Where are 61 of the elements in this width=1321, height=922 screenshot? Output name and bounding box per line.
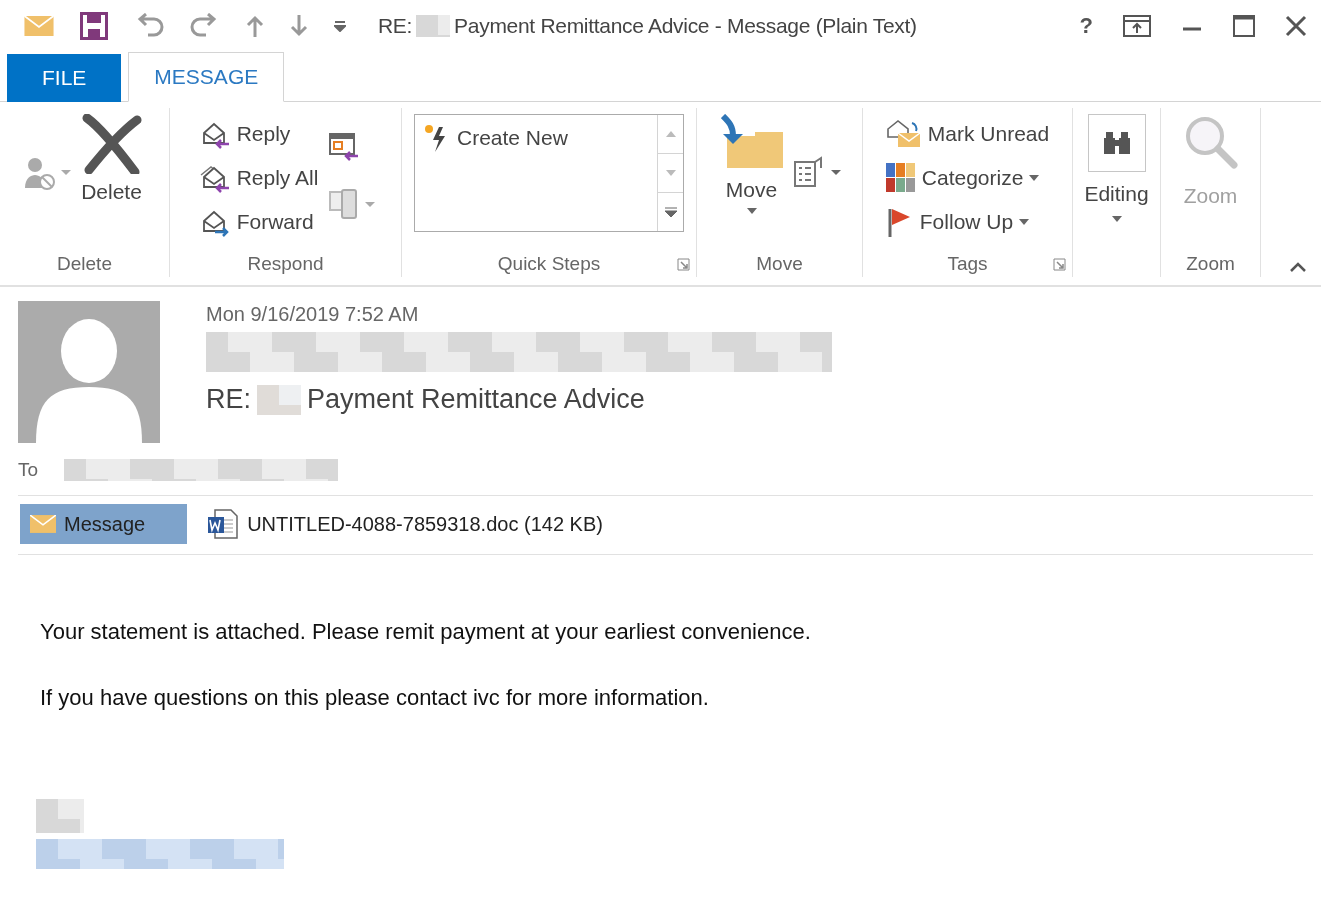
- attachment-item[interactable]: UNTITLED-4088-7859318.doc (142 KB): [197, 504, 607, 544]
- caret-icon: [1111, 216, 1122, 222]
- group-label: Move: [756, 253, 803, 276]
- rules-icon[interactable]: [792, 156, 843, 188]
- body-paragraph: If you have questions on this please contact ivc for more information.: [40, 685, 710, 711]
- respond-button[interactable]: Reply: [194, 112, 323, 156]
- save-icon[interactable]: [80, 12, 108, 40]
- window-title: Payment Remittance Advice - Message (Plain Text): [454, 14, 917, 38]
- tag-button[interactable]: Categorize: [881, 156, 1054, 200]
- meeting-reply-icon[interactable]: [328, 132, 361, 162]
- body-paragraph: Your statement is attached. Please remit payment at your earliest convenience.: [40, 619, 812, 645]
- down-caret-icon: [665, 170, 676, 176]
- to-label: To: [18, 459, 39, 481]
- help-button[interactable]: ?: [1079, 13, 1093, 39]
- group-label: Respond: [247, 253, 324, 276]
- group-label: Delete: [57, 253, 112, 276]
- dialog-launcher-icon[interactable]: [677, 258, 690, 271]
- group-label: Quick Steps: [497, 253, 601, 276]
- envelope-icon: [24, 16, 54, 36]
- tag-button[interactable]: Mark Unread: [881, 112, 1054, 156]
- maximize-icon[interactable]: [1233, 15, 1255, 37]
- ribbon-tab[interactable]: FILE: [7, 54, 122, 102]
- ribbon-tab[interactable]: MESSAGE: [128, 52, 285, 102]
- reply-all-icon: [198, 163, 231, 193]
- delete-button[interactable]: Delete: [76, 112, 147, 206]
- message-tab[interactable]: Message: [20, 504, 188, 544]
- up-arrow-icon[interactable]: [246, 15, 264, 37]
- caret-icon: [1029, 175, 1040, 181]
- ignore-icon[interactable]: [22, 156, 71, 192]
- group-label: Zoom: [1186, 253, 1235, 276]
- up-caret-icon: [665, 131, 676, 137]
- move-button[interactable]: Move: [716, 112, 787, 216]
- sent-date: Mon 9/16/2019 7:52 AM: [206, 303, 420, 326]
- close-icon: [80, 114, 143, 174]
- redacted-block: [36, 799, 84, 833]
- close-icon[interactable]: [1285, 15, 1307, 37]
- redacted-block: [416, 15, 451, 37]
- message-subject: Payment Remittance Advice: [307, 384, 645, 415]
- redacted-block: [257, 384, 301, 415]
- quick-step-item[interactable]: Create New: [419, 121, 572, 155]
- envelope-icon: [30, 515, 56, 533]
- customize-toolbar-icon[interactable]: [334, 20, 346, 32]
- binoculars-icon: [1087, 114, 1146, 172]
- ribbon-display-icon[interactable]: [1123, 15, 1151, 37]
- respond-button[interactable]: Forward: [194, 200, 323, 244]
- respond-button[interactable]: Reply All: [194, 156, 323, 200]
- editing-button[interactable]: Editing: [1080, 112, 1153, 224]
- down-arrow-icon[interactable]: [290, 15, 308, 37]
- more-respond-icon[interactable]: [328, 188, 377, 220]
- collapse-ribbon-icon[interactable]: [1289, 262, 1307, 273]
- message-subject: RE:: [206, 384, 251, 415]
- category-grid-icon: [885, 163, 916, 193]
- envelope-icon: [885, 119, 922, 149]
- document-icon: [207, 508, 240, 540]
- expand-icon: [664, 206, 677, 218]
- dialog-launcher-icon[interactable]: [1053, 258, 1066, 271]
- window-title: RE:: [378, 14, 413, 38]
- tag-button[interactable]: Follow Up: [881, 200, 1054, 244]
- group-label: Tags: [947, 253, 988, 276]
- caret-icon: [1019, 219, 1030, 225]
- caret-icon: [746, 208, 757, 214]
